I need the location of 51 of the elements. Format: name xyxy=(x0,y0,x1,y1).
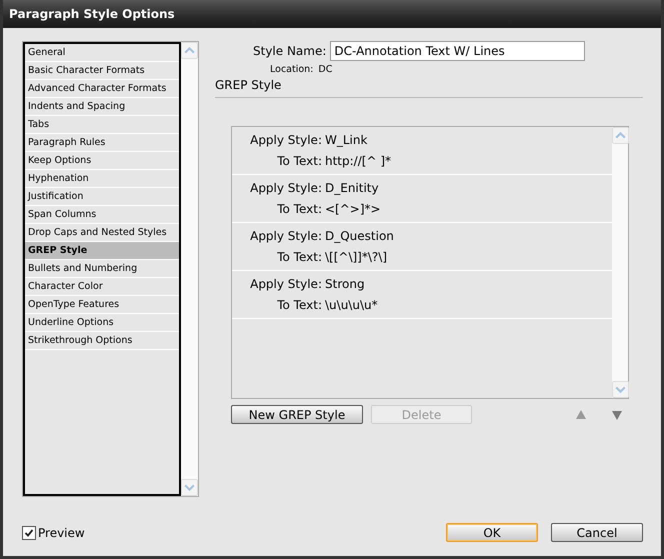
category-item[interactable]: Justification xyxy=(25,188,179,206)
move-up-icon[interactable] xyxy=(575,408,587,420)
location-label: Location: xyxy=(270,64,314,75)
window-title: Paragraph Style Options xyxy=(3,0,661,28)
category-item[interactable]: General xyxy=(25,44,179,62)
apply-style-label: Apply Style: xyxy=(249,228,323,242)
category-item[interactable]: Paragraph Rules xyxy=(25,134,179,152)
expression-value[interactable]: \u\u\u\u* xyxy=(325,298,378,312)
preview-checkbox[interactable] xyxy=(22,526,36,540)
apply-style-label: Apply Style: xyxy=(249,276,323,290)
to-text-label: To Text: xyxy=(276,250,323,264)
apply-style-label: Apply Style: xyxy=(249,132,323,146)
cancel-button[interactable]: Cancel xyxy=(551,523,643,542)
category-item[interactable]: Underline Options xyxy=(25,314,179,332)
preview-label: Preview xyxy=(38,526,85,540)
scroll-up-icon[interactable] xyxy=(181,42,198,59)
scrollbar[interactable] xyxy=(612,127,628,398)
to-text-label: To Text: xyxy=(276,154,323,168)
section-title: GREP Style xyxy=(215,78,282,92)
style-name-field[interactable]: DC-Annotation Text W/ Lines xyxy=(330,41,586,61)
category-item[interactable]: Advanced Character Formats xyxy=(25,80,179,98)
scroll-down-icon[interactable] xyxy=(181,479,198,496)
style-value[interactable]: D_Enitity xyxy=(325,180,379,194)
location-value: DC xyxy=(318,64,332,75)
category-item[interactable]: Indents and Spacing xyxy=(25,98,179,116)
expression-value[interactable]: <[^>]*> xyxy=(325,202,381,216)
expression-value[interactable]: http://[^ ]* xyxy=(325,154,391,168)
scroll-down-icon[interactable] xyxy=(612,381,629,398)
scrollbar[interactable] xyxy=(181,42,198,496)
move-down-icon[interactable] xyxy=(611,408,623,420)
category-item[interactable]: Tabs xyxy=(25,116,179,134)
new-grep-style-button[interactable]: New GREP Style xyxy=(231,405,363,424)
style-value[interactable]: D_Question xyxy=(325,228,394,242)
category-item[interactable]: OpenType Features xyxy=(25,296,179,314)
category-item[interactable]: Strikethrough Options xyxy=(25,332,179,350)
expression-value[interactable]: \[[^\]]*\?\] xyxy=(325,250,388,264)
scroll-up-icon[interactable] xyxy=(612,127,629,144)
category-item[interactable]: Hyphenation xyxy=(25,170,179,188)
to-text-label: To Text: xyxy=(276,298,323,312)
style-value[interactable]: W_Link xyxy=(325,132,368,146)
category-item[interactable]: Character Color xyxy=(25,278,179,296)
apply-style-label: Apply Style: xyxy=(249,180,323,194)
category-item[interactable]: GREP Style xyxy=(25,242,179,260)
category-item[interactable]: Span Columns xyxy=(25,206,179,224)
ok-button[interactable]: OK xyxy=(446,523,538,542)
to-text-label: To Text: xyxy=(276,202,323,216)
style-name-label: Style Name: xyxy=(253,44,326,58)
category-item[interactable]: Basic Character Formats xyxy=(25,62,179,80)
style-value[interactable]: Strong xyxy=(325,276,365,290)
category-item[interactable]: Bullets and Numbering xyxy=(25,260,179,278)
category-item[interactable]: Keep Options xyxy=(25,152,179,170)
